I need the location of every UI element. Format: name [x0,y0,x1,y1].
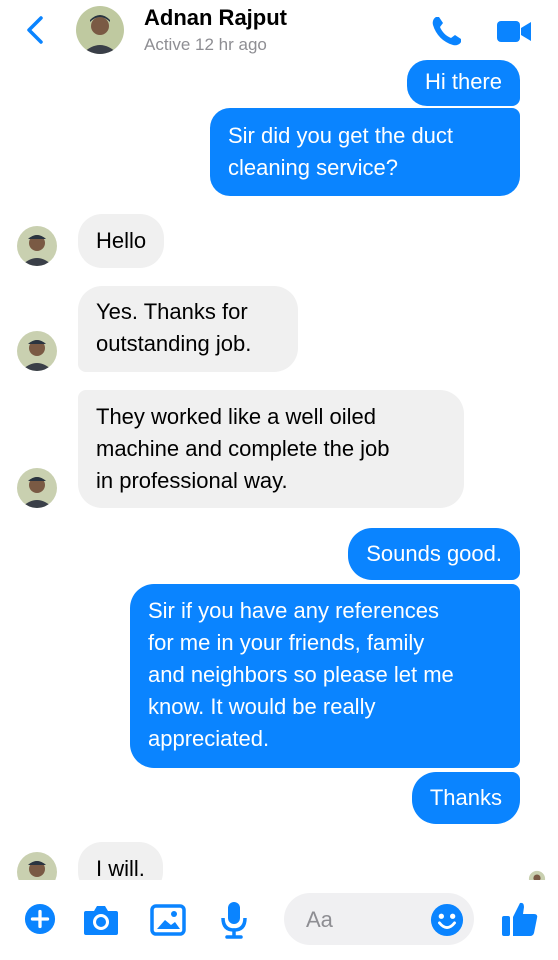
message-text: Hello [96,228,147,253]
message-line: Sir did you get the duct [228,123,454,148]
incoming-message[interactable]: They worked like a well oiled machine an… [78,390,464,508]
message-line: know. It would be really [148,694,376,719]
outgoing-message[interactable]: Sir did you get the duct cleaning servic… [210,108,520,196]
outgoing-message[interactable]: Thanks [411,772,520,824]
message-line: They worked like a well oiled [96,404,377,429]
back-chevron-icon[interactable] [22,14,50,46]
message-line: Sir if you have any references [148,598,440,623]
contact-avatar[interactable] [17,226,57,266]
image-icon[interactable] [150,903,186,937]
message-line: in professional way. [96,468,288,493]
phone-icon[interactable] [428,12,466,50]
message-line: and neighbors so please let me [148,662,454,687]
camera-icon[interactable] [82,903,120,937]
thumbs-up-icon[interactable] [500,899,540,939]
contact-name[interactable]: Adnan Rajput [144,5,287,31]
incoming-message[interactable]: Yes. Thanks for outstanding job. [78,286,298,372]
message-line: outstanding job. [96,331,252,356]
microphone-icon[interactable] [220,900,248,940]
message-text: I will. [96,856,145,881]
message-input[interactable] [304,893,428,947]
emoji-icon[interactable] [430,903,464,937]
contact-avatar[interactable] [76,6,124,54]
conversation-header: Adnan Rajput Active 12 hr ago [0,0,558,62]
outgoing-message[interactable]: Sir if you have any references for me in… [130,584,520,768]
contact-avatar[interactable] [17,331,57,371]
message-text: Sounds good. [366,541,502,566]
contact-avatar[interactable] [17,468,57,508]
outgoing-message[interactable]: Hi there [406,60,520,106]
message-text: Thanks [429,785,502,810]
incoming-message[interactable]: Hello [78,214,165,268]
message-line: for me in your friends, family [148,630,425,655]
outgoing-message[interactable]: Sounds good. [348,528,520,580]
contact-status: Active 12 hr ago [144,35,267,54]
video-camera-icon[interactable] [496,16,532,46]
message-line: cleaning service? [228,155,398,180]
plus-icon[interactable] [24,903,56,935]
message-line: Yes. Thanks for [96,299,248,324]
message-line: appreciated. [148,726,270,751]
message-line: machine and complete the job [96,436,390,461]
message-text: Hi there [424,69,502,94]
